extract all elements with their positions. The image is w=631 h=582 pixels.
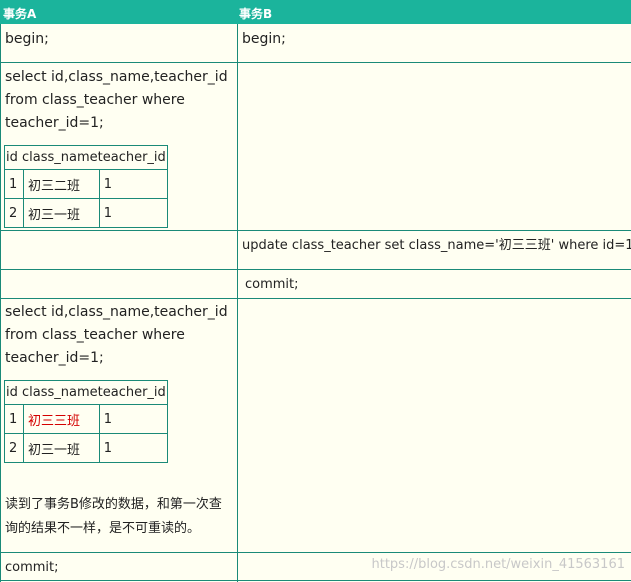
a-begin-statement: begin; xyxy=(5,31,49,47)
query-line: select id,class_name,teacher_id xyxy=(5,69,228,85)
a-commit-statement: commit; xyxy=(5,560,59,575)
row-divider xyxy=(0,552,631,553)
header-transaction-a: 事务A xyxy=(3,7,37,21)
query-line: from class_teacher where xyxy=(5,92,185,108)
row-divider xyxy=(0,580,631,581)
row-divider xyxy=(0,62,631,63)
changed-value: 初三三班 xyxy=(22,404,100,434)
grid-column-divider xyxy=(237,24,238,582)
query-line: from class_teacher where xyxy=(5,327,185,343)
table-row: 2 初三一班 1 xyxy=(4,433,168,463)
row-divider xyxy=(0,269,631,270)
b-commit-statement: commit; xyxy=(245,277,299,292)
query-line: teacher_id=1; xyxy=(5,350,104,366)
query-line: select id,class_name,teacher_id xyxy=(5,304,228,320)
row-divider xyxy=(0,230,631,231)
watermark: https://blog.csdn.net/weixin_41563161 xyxy=(371,557,625,572)
result-header: id class_nameteacher_id xyxy=(4,145,168,170)
header-transaction-b: 事务B xyxy=(239,7,273,21)
result-table-1: id class_nameteacher_id 1 初三二班 1 2 初三一班 … xyxy=(4,145,168,228)
row-divider xyxy=(0,298,631,299)
result-table-2: id class_nameteacher_id 1 初三三班 1 2 初三一班 … xyxy=(4,380,168,463)
grid-left-border xyxy=(0,24,1,582)
result-header: id class_nameteacher_id xyxy=(4,380,168,405)
table-header: 事务A 事务B xyxy=(0,0,631,24)
table-row: 1 初三三班 1 xyxy=(4,404,168,434)
b-begin-statement: begin; xyxy=(242,31,286,47)
non-repeatable-read-note: 读到了事务B修改的数据，和第一次查 询的结果不一样，是不可重读的。 xyxy=(5,497,222,536)
a-select-query-2: select id,class_name,teacher_id from cla… xyxy=(5,301,228,370)
b-update-statement: update class_teacher set class_name='初三三… xyxy=(242,238,631,253)
a-select-query-1: select id,class_name,teacher_id from cla… xyxy=(5,66,228,135)
table-row: 1 初三二班 1 xyxy=(4,169,168,199)
table-row: 2 初三一班 1 xyxy=(4,198,168,228)
query-line: teacher_id=1; xyxy=(5,115,104,131)
